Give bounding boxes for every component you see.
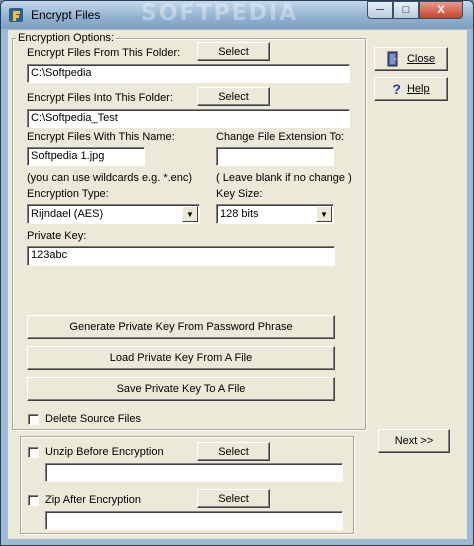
close-button-label: Close: [406, 53, 436, 65]
private-key-input[interactable]: 123abc: [27, 246, 335, 266]
title-bar[interactable]: Encrypt Files SOFTPEDIA ─ □ X: [1, 1, 473, 29]
unzip-path-input[interactable]: [45, 463, 343, 482]
minimize-button[interactable]: ─: [367, 1, 393, 19]
key-size-label: Key Size:: [216, 188, 263, 200]
next-button[interactable]: Next >>: [378, 429, 450, 453]
from-folder-select-button[interactable]: Select: [197, 42, 270, 61]
zip-checkbox[interactable]: [28, 495, 39, 506]
softpedia-watermark: SOFTPEDIA: [141, 1, 299, 26]
private-key-label: Private Key:: [27, 230, 87, 242]
question-mark-icon: ?: [392, 81, 401, 97]
extension-input[interactable]: [216, 147, 334, 166]
client-area: Encryption Options: Encrypt Files From T…: [8, 30, 467, 539]
from-folder-input[interactable]: C:\Softpedia: [27, 64, 350, 83]
unzip-label[interactable]: Unzip Before Encryption: [45, 446, 164, 458]
wildcard-hint: (you can use wildcards e.g. *.enc): [27, 172, 193, 184]
save-key-button[interactable]: Save Private Key To A File: [27, 377, 335, 401]
window-title: Encrypt Files: [31, 8, 101, 22]
chevron-down-icon[interactable]: ▼: [182, 206, 198, 222]
close-button[interactable]: Close: [374, 47, 448, 71]
into-folder-select-button[interactable]: Select: [197, 87, 270, 106]
from-folder-label: Encrypt Files From This Folder:: [27, 47, 181, 59]
zip-select-button[interactable]: Select: [197, 489, 270, 508]
maximize-button[interactable]: □: [393, 1, 419, 19]
zip-path-input[interactable]: [45, 511, 343, 530]
help-button-label: Help: [406, 83, 430, 95]
encryption-type-label: Encryption Type:: [27, 188, 109, 200]
delete-source-checkbox[interactable]: [28, 414, 39, 425]
unzip-select-button[interactable]: Select: [197, 442, 270, 461]
key-size-value: 128 bits: [220, 208, 259, 220]
file-name-input[interactable]: Softpedia 1.jpg: [27, 147, 145, 166]
unzip-checkbox[interactable]: [28, 447, 39, 458]
help-button[interactable]: ? Help: [374, 77, 448, 101]
into-folder-input[interactable]: C:\Softpedia_Test: [27, 109, 350, 128]
extension-hint: ( Leave blank if no change ): [216, 172, 352, 184]
encryption-options-title: Encryption Options:: [16, 32, 116, 44]
key-size-select[interactable]: 128 bits ▼: [216, 204, 334, 224]
extension-label: Change File Extension To:: [216, 131, 345, 143]
file-name-label: Encrypt Files With This Name:: [27, 131, 175, 143]
close-window-button[interactable]: X: [419, 1, 463, 19]
app-icon: [9, 8, 23, 22]
generate-key-button[interactable]: Generate Private Key From Password Phras…: [27, 315, 335, 339]
delete-source-label[interactable]: Delete Source Files: [45, 413, 141, 425]
encryption-type-value: Rijndael (AES): [31, 208, 104, 220]
zip-label[interactable]: Zip After Encryption: [45, 494, 141, 506]
load-key-button[interactable]: Load Private Key From A File: [27, 346, 335, 370]
encryption-type-select[interactable]: Rijndael (AES) ▼: [27, 204, 200, 224]
app-window: Encrypt Files SOFTPEDIA ─ □ X Encryption…: [0, 0, 474, 546]
door-icon: [387, 51, 398, 67]
into-folder-label: Encrypt Files Into This Folder:: [27, 92, 173, 104]
chevron-down-icon[interactable]: ▼: [316, 206, 332, 222]
